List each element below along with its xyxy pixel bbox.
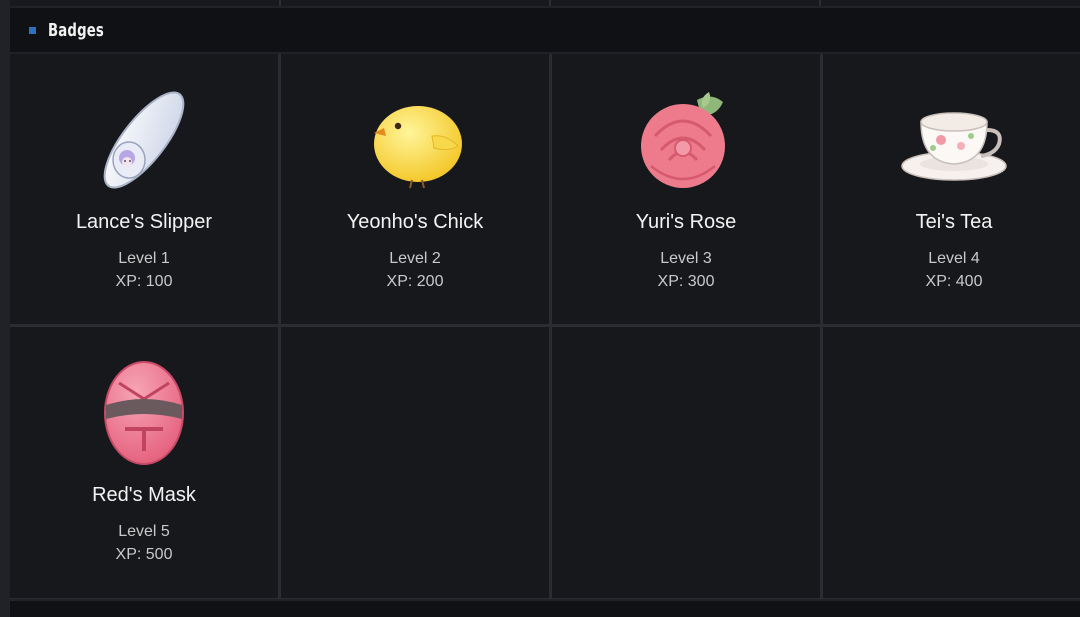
badge-level: Level 4 (928, 250, 980, 267)
badge-grid: Lance's Slipper Level 1 XP: 100 Yeonho's… (10, 54, 1080, 599)
teacup-icon (899, 88, 1009, 193)
slipper-icon (89, 88, 199, 193)
badge-xp: XP: 500 (115, 546, 173, 563)
badge-name: Yuri's Rose (635, 211, 737, 233)
next-section-header (10, 601, 1080, 617)
section-title: Badges (48, 19, 104, 41)
badge-name: Tei's Tea (915, 211, 993, 233)
previous-section-edge (10, 0, 1080, 6)
badge-card[interactable]: Red's Mask Level 5 XP: 500 (10, 327, 278, 598)
empty-badge-slot (281, 327, 549, 598)
badge-xp: XP: 100 (115, 273, 173, 290)
badge-level: Level 5 (118, 523, 170, 540)
badge-level: Level 3 (660, 250, 712, 267)
badge-name: Yeonho's Chick (346, 211, 484, 233)
badge-card[interactable]: Yeonho's Chick Level 2 XP: 200 (281, 54, 549, 324)
badge-level: Level 1 (118, 250, 170, 267)
mask-icon (89, 361, 199, 466)
badge-xp: XP: 300 (657, 273, 715, 290)
badge-name: Lance's Slipper (75, 211, 213, 233)
badge-xp: XP: 200 (386, 273, 444, 290)
empty-badge-slot (823, 327, 1080, 598)
badge-xp: XP: 400 (925, 273, 983, 290)
badge-card[interactable]: Tei's Tea Level 4 XP: 400 (823, 54, 1080, 324)
rose-icon (631, 88, 741, 193)
badges-section-header: Badges (10, 8, 1080, 52)
badge-card[interactable]: Lance's Slipper Level 1 XP: 100 (10, 54, 278, 324)
badge-name: Red's Mask (92, 484, 196, 506)
badge-card[interactable]: Yuri's Rose Level 3 XP: 300 (552, 54, 820, 324)
section-bullet-icon (29, 26, 36, 34)
empty-badge-slot (552, 327, 820, 598)
chick-icon (360, 88, 470, 193)
badge-level: Level 2 (389, 250, 441, 267)
